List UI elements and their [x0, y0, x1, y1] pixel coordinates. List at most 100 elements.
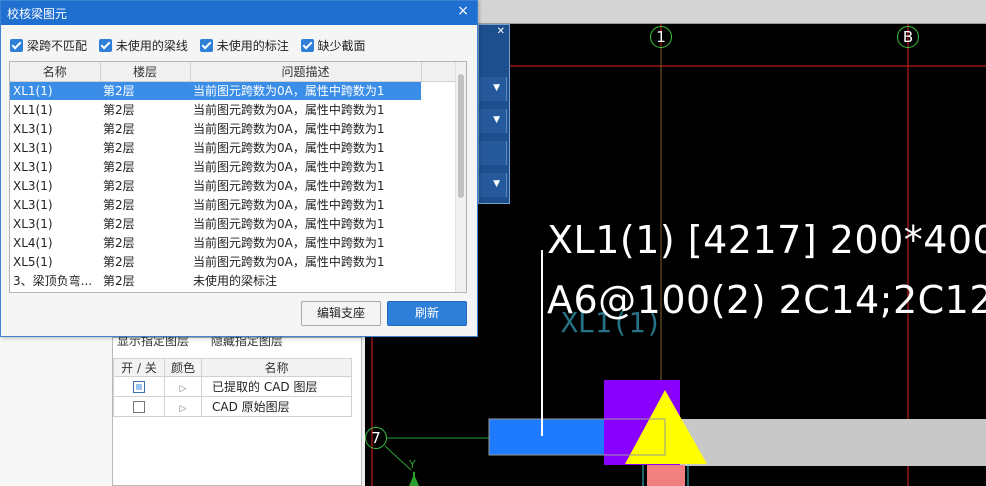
layer-col-onoff: 开 / 关 [113, 358, 165, 377]
edit-support-button[interactable]: 编辑支座 [301, 301, 381, 326]
cell-floor: 第2层 [100, 81, 190, 100]
cell-desc: 当前图元跨数为0A，属性中跨数为1 [193, 255, 385, 269]
cell-empty [421, 252, 457, 271]
cell-desc: 当前图元跨数为0A，属性中跨数为1 [193, 198, 385, 212]
layer-toggle-checkbox[interactable] [133, 401, 145, 413]
axis-bubble-1: 1 [650, 26, 672, 48]
cell-name: XL3(1) [13, 121, 53, 136]
property-dropdown-1[interactable]: ▼ [479, 77, 507, 101]
property-field-3[interactable] [479, 141, 507, 165]
close-icon[interactable]: × [457, 3, 469, 19]
column-header-empty [421, 62, 458, 82]
layer-row[interactable]: ▷ CAD 原始图层 [113, 396, 352, 417]
filter-span-mismatch[interactable]: 梁跨不匹配 [10, 37, 87, 54]
cell-floor: 第2层 [103, 198, 135, 212]
cell-floor: 第2层 [103, 103, 135, 117]
chevron-down-icon: ▼ [493, 115, 500, 125]
cell-floor: 第2层 [103, 122, 135, 136]
cell-empty [421, 214, 457, 233]
table-row[interactable]: XL5(1) 第2层 当前图元跨数为0A，属性中跨数为1 [10, 252, 457, 271]
filter-bar: 梁跨不匹配 未使用的梁线 未使用的标注 缺少截面 [10, 37, 374, 54]
cell-desc: 当前图元跨数为0A，属性中跨数为1 [193, 141, 385, 155]
cell-empty [421, 100, 457, 119]
table-row[interactable]: XL3(1) 第2层 当前图元跨数为0A，属性中跨数为1 [10, 157, 457, 176]
layer-row[interactable]: ▷ 已提取的 CAD 图层 [113, 376, 352, 397]
cell-name: XL3(1) [13, 197, 53, 212]
table-row[interactable]: XL3(1) 第2层 当前图元跨数为0A，属性中跨数为1 [10, 176, 457, 195]
axis-bubble-b: B [897, 26, 919, 48]
cell-floor: 第2层 [103, 160, 135, 174]
cell-name: 3、梁顶负弯... [13, 274, 93, 288]
filter-unused-beam-line[interactable]: 未使用的梁线 [98, 37, 188, 54]
refresh-button[interactable]: 刷新 [387, 301, 467, 326]
check-beam-dialog: 校核梁图元 × 梁跨不匹配 未使用的梁线 未使用的标注 缺少截面 名称 楼层 问… [0, 0, 478, 337]
property-dropdown-4[interactable]: ▼ [479, 173, 507, 197]
table-row[interactable]: 3、梁顶负弯... 第2层 未使用的梁标注 [10, 271, 457, 290]
cell-name: XL3(1) [13, 159, 53, 174]
filter-missing-section[interactable]: 缺少截面 [300, 37, 366, 54]
table-row[interactable]: XL4(1) 第2层 当前图元跨数为0A，属性中跨数为1 [10, 233, 457, 252]
beam-label-line2: A6@100(2) 2C14;2C12 [547, 278, 986, 322]
cell-desc: 当前图元跨数为0A，属性中跨数为1 [193, 122, 385, 136]
cell-name: XL3(1) [13, 216, 53, 231]
cell-floor: 第2层 [103, 274, 135, 288]
table-row[interactable]: XL3(1) 第2层 当前图元跨数为0A，属性中跨数为1 [10, 119, 457, 138]
table-row[interactable]: XL1(1) 第2层 当前图元跨数为0A，属性中跨数为1 [10, 100, 457, 119]
close-icon[interactable]: ✕ [497, 26, 505, 37]
cell-name: XL1(1) [13, 102, 53, 117]
checkbox-icon[interactable] [199, 39, 213, 52]
cell-empty [421, 233, 457, 252]
y-axis-label: Y [409, 458, 416, 471]
cell-desc: 当前图元跨数为0A，属性中跨数为1 [193, 236, 385, 250]
checkbox-icon[interactable] [300, 39, 314, 52]
cell-empty [421, 81, 457, 100]
table-row[interactable]: XL1(1) 第2层 当前图元跨数为0A，属性中跨数为1 [10, 81, 457, 100]
property-panel: ✕ ▼ ▼ ▼ [478, 24, 510, 204]
cell-empty [421, 119, 457, 138]
cell-floor: 第2层 [103, 141, 135, 155]
filter-unused-label[interactable]: 未使用的标注 [199, 37, 289, 54]
dialog-titlebar[interactable]: 校核梁图元 × [1, 1, 477, 25]
table-row[interactable]: XL3(1) 第2层 当前图元跨数为0A，属性中跨数为1 [10, 214, 457, 233]
vertical-scrollbar[interactable] [455, 62, 466, 292]
triangle-icon: ▷ [179, 403, 187, 414]
beam-gray [665, 419, 986, 466]
left-empty-area [0, 337, 112, 486]
column-header-name[interactable]: 名称 [10, 62, 101, 82]
layer-col-color: 颜色 [164, 358, 202, 377]
cell-floor: 第2层 [103, 179, 135, 193]
cell-name: XL3(1) [13, 178, 53, 193]
cell-desc: 当前图元跨数为0A，属性中跨数为1 [193, 217, 385, 231]
cell-floor: 第2层 [103, 217, 135, 231]
triangle-icon: ▷ [179, 383, 187, 394]
table-row[interactable]: XL3(1) 第2层 当前图元跨数为0A，属性中跨数为1 [10, 195, 457, 214]
axis-bubble-7: 7 [365, 427, 387, 449]
cell-desc: 当前图元跨数为0A，属性中跨数为1 [193, 179, 385, 193]
column-header-floor[interactable]: 楼层 [100, 62, 191, 82]
dialog-title: 校核梁图元 [7, 7, 68, 21]
beam-label-line1: XL1(1) [4217] 200*400 [547, 218, 986, 262]
column-header-desc[interactable]: 问题描述 [190, 62, 422, 82]
checkbox-icon[interactable] [10, 39, 23, 52]
cell-desc: 当前图元跨数为0A，属性中跨数为1 [193, 160, 385, 174]
issue-table: 名称 楼层 问题描述 XL1(1) 第2层 当前图元跨数为0A，属性中跨数为1 XL1… [9, 61, 467, 293]
scrollbar-thumb[interactable] [458, 74, 464, 198]
cell-empty [421, 157, 457, 176]
property-dropdown-2[interactable]: ▼ [479, 109, 507, 133]
cell-floor: 第2层 [103, 255, 135, 269]
cell-desc: 当前图元跨数为0A，属性中跨数为1 [193, 103, 385, 117]
checkbox-icon[interactable] [98, 39, 112, 52]
layer-name: 已提取的 CAD 图层 [201, 376, 352, 397]
layer-col-name: 名称 [201, 358, 352, 377]
cell-desc: 当前图元跨数为0A，属性中跨数为1 [190, 81, 421, 100]
layer-panel: 显示指定图层 隐藏指定图层 开 / 关 颜色 名称 ▷ 已提取的 CAD 图层 … [112, 334, 362, 486]
chevron-down-icon: ▼ [493, 179, 500, 189]
cell-name: XL4(1) [13, 235, 53, 250]
table-row[interactable]: XL3(1) 第2层 当前图元跨数为0A，属性中跨数为1 [10, 138, 457, 157]
cell-empty [421, 176, 457, 195]
cell-floor: 第2层 [103, 236, 135, 250]
layer-toggle-checkbox[interactable] [133, 381, 145, 393]
cell-name: XL1(1) [10, 81, 100, 100]
cell-empty [421, 138, 457, 157]
cell-name: XL3(1) [13, 140, 53, 155]
